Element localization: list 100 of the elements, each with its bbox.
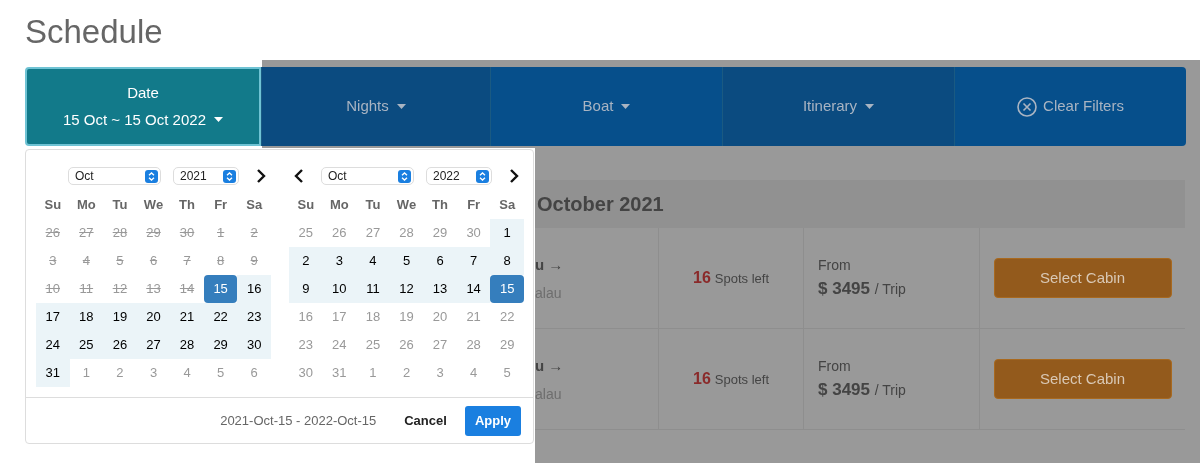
day-cell-text: 8 [216,252,226,271]
day-cell[interactable]: 14 [456,275,491,303]
day-cell-text: 11 [78,280,95,299]
day-cell-text: 30 [178,224,196,243]
day-cell[interactable]: 4 [456,359,491,387]
weekday-label: Mo [75,196,97,215]
day-cell[interactable]: 4 [356,247,390,275]
day-cell[interactable]: 3 [322,247,357,275]
day-cell[interactable]: 23 [289,331,323,359]
day-cell[interactable]: 28 [456,331,491,359]
select-cabin-button[interactable]: Select Cabin [993,258,1172,298]
day-cell[interactable]: 6 [423,247,457,275]
day-cell[interactable]: 27 [423,331,457,359]
day-cell[interactable]: 20 [136,303,171,331]
day-cell[interactable]: 27 [136,331,171,359]
day-cell[interactable]: 12 [389,275,424,303]
day-cell[interactable]: 28 [389,219,424,247]
day-cell[interactable]: 2 [103,359,137,387]
filter-tab[interactable]: Nights [261,67,490,146]
day-cell-text: 27 [78,224,95,243]
day-cell[interactable]: 30 [237,331,271,359]
weekday-label: Fr [466,196,482,215]
select-cabin-button[interactable]: Select Cabin [993,359,1172,399]
day-cell[interactable]: 6 [237,359,271,387]
day-cell[interactable]: 7 [456,247,491,275]
day-cell[interactable]: 29 [490,331,524,359]
day-cell[interactable]: 1 [69,359,104,387]
day-cell[interactable]: 9 [289,275,323,303]
day-cell[interactable]: 22 [490,303,524,331]
day-cell[interactable]: 18 [69,303,104,331]
day-cell[interactable]: 25 [289,219,323,247]
day-cell[interactable]: 30 [456,219,491,247]
filter-tab[interactable]: Itinerary [722,67,954,146]
year-select[interactable]: 2022 [426,167,492,185]
weekday-label: Th [178,196,196,215]
day-cell[interactable]: 3 [423,359,457,387]
day-cell[interactable]: 3 [136,359,171,387]
year-select[interactable]: 2021 [173,167,239,185]
day-cell[interactable]: 19 [389,303,424,331]
day-cell[interactable]: 5 [389,247,424,275]
chevron-right-icon[interactable] [509,169,519,183]
day-cell[interactable]: 2 [389,359,424,387]
day-cell[interactable]: 5 [490,359,524,387]
spots-left-text: 16 Spots left [693,369,769,389]
day-cell[interactable]: 31 [322,359,357,387]
weekday-label: We [395,196,418,215]
day-cell[interactable]: 31 [36,359,70,387]
day-cell[interactable]: 8 [490,247,524,275]
day-cell[interactable]: 21 [456,303,491,331]
day-cell-text: 12 [111,280,129,299]
day-cell[interactable]: 13 [423,275,457,303]
day-cell[interactable]: 11 [356,275,390,303]
day-cell[interactable]: 28 [170,331,204,359]
day-cell-text: 13 [145,280,162,299]
day-cell[interactable]: 5 [203,359,238,387]
chevron-right-icon[interactable] [256,169,266,183]
day-cell[interactable]: 24 [36,331,70,359]
day-cell[interactable]: 1 [490,219,524,247]
day-cell-text: 10 [44,280,61,299]
day-cell[interactable]: 18 [356,303,390,331]
day-cell[interactable]: 25 [356,331,390,359]
month-select[interactable]: Oct [321,167,414,185]
month-select[interactable]: Oct [68,167,161,185]
day-cell[interactable]: 21 [170,303,204,331]
day-cell[interactable]: 29 [423,219,457,247]
day-cell[interactable]: 27 [356,219,390,247]
day-cell[interactable]: 4 [170,359,204,387]
filter-tab[interactable]: Date 15 Oct ~ 15 Oct 2022 [25,67,261,146]
day-cell[interactable]: 16 [289,303,323,331]
day-cell[interactable]: 15 [203,275,238,303]
day-cell[interactable]: 29 [203,331,238,359]
apply-button[interactable]: Apply [464,406,521,436]
chevron-left-icon[interactable] [294,169,304,183]
day-cell[interactable]: 19 [103,303,137,331]
price-text: $ 3495 / Trip [818,378,907,401]
day-cell[interactable]: 17 [36,303,70,331]
updown-arrows-icon [145,169,158,183]
weekday-label: Sa [498,196,517,215]
day-cell[interactable]: 24 [322,331,357,359]
day-cell[interactable]: 20 [423,303,457,331]
weekday-label: Su [296,196,316,215]
day-cell[interactable]: 2 [289,247,323,275]
day-cell[interactable]: 1 [356,359,390,387]
route-text: u → [535,356,565,377]
filter-tab[interactable]: Clear Filters [954,67,1186,146]
cancel-button[interactable]: Cancel [404,411,447,431]
day-cell[interactable]: 17 [322,303,357,331]
from-label: From [818,356,852,376]
day-cell[interactable]: 16 [237,275,271,303]
day-cell[interactable]: 23 [237,303,271,331]
day-cell[interactable]: 30 [289,359,323,387]
day-cell[interactable]: 26 [103,331,137,359]
day-cell[interactable]: 15 [490,275,524,303]
day-cell[interactable]: 10 [322,275,357,303]
day-cell[interactable]: 22 [203,303,238,331]
day-cell-text: 26 [44,224,61,243]
filter-tab[interactable]: Boat [490,67,722,146]
day-cell[interactable]: 26 [389,331,424,359]
day-cell[interactable]: 25 [69,331,104,359]
day-cell[interactable]: 26 [322,219,357,247]
